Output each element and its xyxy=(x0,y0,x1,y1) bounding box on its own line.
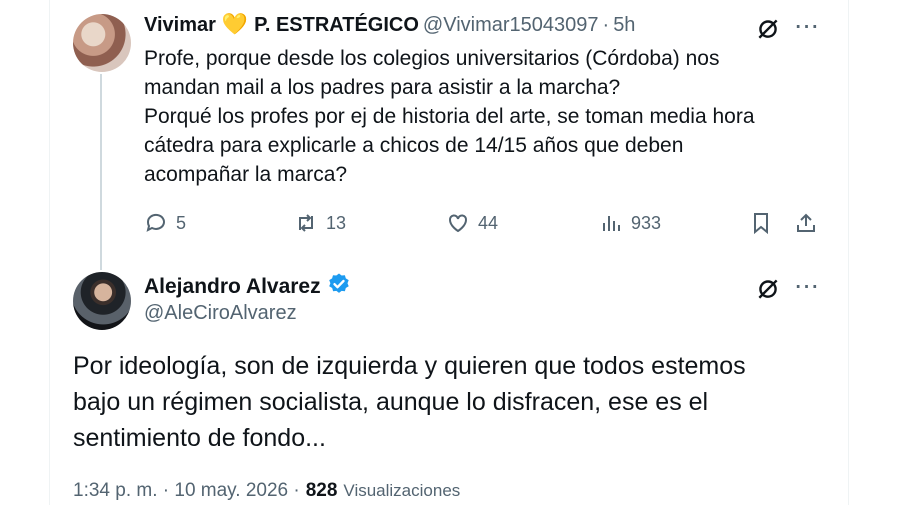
more-options-icon[interactable]: ··· xyxy=(791,11,821,39)
views-button[interactable]: 933 xyxy=(599,205,661,241)
reply-text-line: Profe, porque desde los colegios univers… xyxy=(144,47,720,70)
reply-text-line: acompañar la marca? xyxy=(144,163,348,186)
bookmark-icon xyxy=(754,213,768,235)
share-button[interactable] xyxy=(794,205,818,241)
reply-text-line: mandan mail a los padres para asistir a … xyxy=(144,76,621,99)
tweet-views-count: 828 xyxy=(305,480,338,501)
author-name-suffix[interactable]: P. ESTRATÉGICO xyxy=(254,14,419,37)
tweet-metadata: 1:34 p. m. · 10 may. 2026 · 828 Visualiz… xyxy=(73,480,460,502)
author-handle[interactable]: @AleCiroAlvarez xyxy=(144,302,297,325)
avatar-vivimar[interactable] xyxy=(73,14,131,72)
avatar-alejandro-alvarez[interactable] xyxy=(73,272,131,330)
like-count: 44 xyxy=(478,212,499,233)
tweet-views-label: Visualizaciones xyxy=(343,481,461,500)
views-icon xyxy=(603,216,620,231)
more-options-icon[interactable]: ··· xyxy=(791,271,821,299)
tweet-time[interactable]: 5h xyxy=(613,14,635,37)
repost-count: 13 xyxy=(326,212,347,233)
grok-icon[interactable] xyxy=(754,14,782,42)
separator-dot: · xyxy=(602,13,610,36)
reply-icon xyxy=(146,213,165,232)
thread-connector-line xyxy=(100,74,102,270)
verified-badge-icon[interactable] xyxy=(327,272,351,302)
main-text-line: bajo un régimen socialista, aunque lo di… xyxy=(73,388,709,416)
main-text-line: sentimiento de fondo... xyxy=(73,424,326,452)
tweet-timestamp[interactable]: 1:34 p. m. · 10 may. 2026 · xyxy=(73,480,300,502)
main-tweet-text: Por ideología, son de izquierda y quiere… xyxy=(73,348,833,456)
reply-text-line: Porqué los profes por ej de historia del… xyxy=(144,105,755,128)
main-tweet-author: Alejandro Alvarez xyxy=(144,272,351,302)
views-count: 933 xyxy=(631,212,662,233)
author-name[interactable]: Vivimar xyxy=(144,14,216,37)
reply-count: 5 xyxy=(176,212,187,233)
repost-icon xyxy=(299,214,313,232)
repost-button[interactable]: 13 xyxy=(294,205,346,241)
like-button[interactable]: 44 xyxy=(446,205,498,241)
like-icon xyxy=(449,214,467,233)
yellow-heart-emoji-icon: 💛 xyxy=(221,13,249,36)
reply-tweet-actions: 5 13 44 933 xyxy=(144,205,824,241)
grok-icon[interactable] xyxy=(754,274,782,302)
main-text-line: Por ideología, son de izquierda y quiere… xyxy=(73,352,746,380)
reply-tweet-text: Profe, porque desde los colegios univers… xyxy=(144,44,844,189)
share-icon xyxy=(797,213,815,232)
author-handle[interactable]: @Vivimar15043097 xyxy=(423,14,599,37)
reply-tweet-header: Vivimar 💛 P. ESTRATÉGICO @Vivimar1504309… xyxy=(144,12,635,38)
author-name[interactable]: Alejandro Alvarez xyxy=(144,275,321,299)
reply-text-line: cátedra para explicarle a chicos de 14/1… xyxy=(144,134,684,157)
bookmark-button[interactable] xyxy=(749,205,773,241)
reply-button[interactable]: 5 xyxy=(144,205,186,241)
